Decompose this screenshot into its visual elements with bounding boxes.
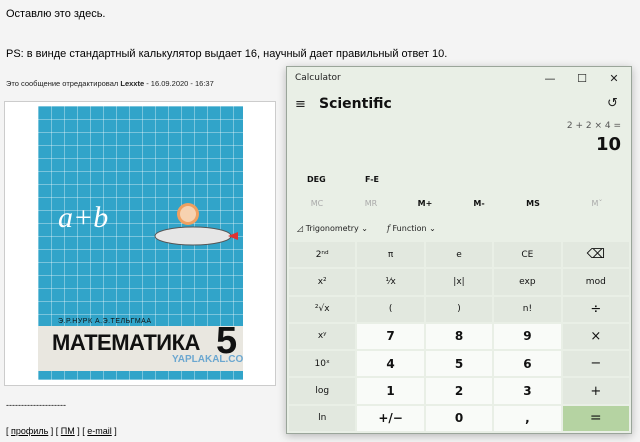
key-mod[interactable]: mod [562,269,629,295]
trigonometry-label: Trigonometry [305,224,359,233]
key-close-paren[interactable]: ) [425,296,493,322]
key-e[interactable]: e [425,242,493,268]
chevron-down-icon: ⌄ [361,224,368,233]
key-negate[interactable]: +/− [357,405,424,431]
post-footer-links: [ профиль ] [ ПМ ] [ e-mail ] [6,426,117,436]
fe-button[interactable]: F-E [365,175,379,184]
signature-divider: -------------------- [6,400,66,410]
key-1[interactable]: 1 [357,378,424,404]
triangle-icon: ◿ [297,224,304,233]
post-text-line1: Оставлю это здесь. [6,8,106,20]
key-ln[interactable]: ln [289,405,356,431]
email-link[interactable]: e-mail [87,426,112,436]
key-decimal[interactable]: , [494,405,561,431]
window-title: Calculator [295,73,341,83]
profile-link[interactable]: профиль [11,426,48,436]
key-2[interactable]: 2 [425,378,493,404]
key-7[interactable]: 7 [357,323,424,350]
edit-note-prefix: Это сообщение отредактировал [6,79,119,88]
keypad: 2ⁿᵈ π e CE ⌫ x² ¹⁄x |x| exp mod ²√x ( ) … [289,242,629,431]
result-display: 10 [595,134,621,155]
trigonometry-dropdown[interactable]: ◿ Trigonometry ⌄ [297,224,368,233]
key-open-paren[interactable]: ( [357,296,424,322]
edit-note: Это сообщение отредактировал Lexxte - 16… [6,79,214,88]
memory-list-button[interactable]: Mˇ [571,199,623,208]
book-title: МАТЕМАТИКА [52,330,200,355]
key-8[interactable]: 8 [425,323,493,350]
key-backspace[interactable]: ⌫ [562,242,629,268]
key-log[interactable]: log [289,378,356,404]
key-6[interactable]: 6 [494,351,561,377]
post-image[interactable]: a+b Э.Р.НУРК А.Э.ТЕЛЬГМАА МАТЕМАТИКА 5 Y… [4,101,276,386]
key-exp[interactable]: exp [494,269,561,295]
key-power[interactable]: xʸ [289,323,356,350]
key-reciprocal[interactable]: ¹⁄x [357,269,424,295]
deg-button[interactable]: DEG [307,175,326,184]
book-formula: a+b [58,201,109,234]
minimize-button[interactable]: — [535,71,565,87]
key-0[interactable]: 0 [425,405,493,431]
key-abs[interactable]: |x| [425,269,493,295]
post-text-line2: PS: в винде стандартный калькулятор выда… [6,48,448,60]
watermark: YAPLAKAL.COM [172,354,243,365]
menu-icon[interactable]: ≡ [295,97,306,112]
pm-link[interactable]: ПМ [61,426,75,436]
mr-button[interactable]: MR [345,199,397,208]
key-divide[interactable]: ÷ [562,296,629,322]
chevron-down-icon: ⌄ [429,224,436,233]
key-multiply[interactable]: × [562,323,629,350]
key-4[interactable]: 4 [357,351,424,377]
function-icon: f [387,224,390,233]
mc-button[interactable]: MC [291,199,343,208]
key-9[interactable]: 9 [494,323,561,350]
rocket-icon [154,203,238,246]
key-ten-power[interactable]: 10ˣ [289,351,356,377]
book-cover: a+b Э.Р.НУРК А.Э.ТЕЛЬГМАА МАТЕМАТИКА 5 Y… [38,106,243,380]
key-pi[interactable]: π [357,242,424,268]
edit-note-date: - 16.09.2020 - 16:37 [146,79,214,88]
function-label: Function [392,224,427,233]
key-5[interactable]: 5 [425,351,493,377]
key-sqrt[interactable]: ²√x [289,296,356,322]
key-3[interactable]: 3 [494,378,561,404]
ms-button[interactable]: MS [507,199,559,208]
key-square[interactable]: x² [289,269,356,295]
key-add[interactable]: + [562,378,629,404]
key-ce[interactable]: CE [494,242,561,268]
key-equals[interactable]: = [562,405,629,431]
calculator-window: Calculator — ☐ ✕ ≡ Scientific ↺ 2 + 2 × … [286,66,632,434]
title-bar[interactable]: Calculator — ☐ ✕ [287,67,631,89]
maximize-button[interactable]: ☐ [567,71,597,87]
close-button[interactable]: ✕ [599,71,629,87]
m-minus-button[interactable]: M- [453,199,505,208]
expression-display: 2 + 2 × 4 = [566,121,621,131]
history-icon[interactable]: ↺ [607,96,618,111]
function-dropdown[interactable]: f Function ⌄ [387,224,436,233]
m-plus-button[interactable]: M+ [399,199,451,208]
key-2nd[interactable]: 2ⁿᵈ [289,242,356,268]
mode-title: Scientific [319,96,392,112]
key-subtract[interactable]: − [562,351,629,377]
book-authors: Э.Р.НУРК А.Э.ТЕЛЬГМАА [58,318,152,325]
key-factorial[interactable]: n! [494,296,561,322]
edit-note-user[interactable]: Lexxte [120,79,144,88]
